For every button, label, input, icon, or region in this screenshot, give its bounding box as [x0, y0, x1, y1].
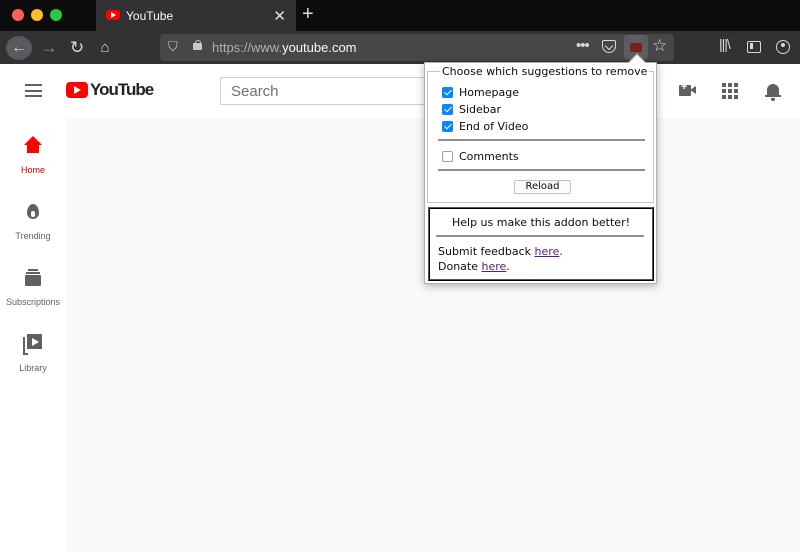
create-video-icon[interactable] [679, 81, 696, 96]
nav-item-home[interactable]: Home [0, 136, 66, 175]
search-input[interactable] [221, 78, 430, 104]
address-bar[interactable]: ⛉ https://www.youtube.com ••• ☆ [160, 34, 674, 61]
end-of-video-checkbox[interactable] [442, 121, 453, 132]
nav-label-home: Home [20, 165, 45, 175]
notifications-bell-icon[interactable] [765, 82, 781, 101]
sidebar-toggle-icon[interactable] [747, 41, 761, 53]
minimize-window-button[interactable] [31, 9, 43, 21]
reload-button[interactable]: Reload [514, 180, 571, 194]
browser-toolbar: ← → ↻ ⌂ ⛉ https://www.youtube.com ••• ☆ … [0, 31, 800, 64]
library-icon [23, 334, 43, 355]
feedback-box: Help us make this addon better! Submit f… [428, 207, 654, 281]
donate-line: Donate here. [438, 260, 510, 273]
end-of-video-label[interactable]: End of Video [459, 120, 528, 133]
reload-button[interactable]: ↻ [66, 36, 88, 60]
homepage-label[interactable]: Homepage [459, 86, 519, 99]
search-box [220, 77, 430, 105]
divider [436, 235, 644, 237]
youtube-header: YouTube [0, 64, 800, 118]
sidebar-label[interactable]: Sidebar [459, 103, 501, 116]
divider [438, 169, 645, 171]
feedback-line: Submit feedback here. [438, 245, 563, 258]
new-tab-button[interactable]: + [302, 3, 314, 26]
close-tab-icon[interactable]: ✕ [273, 7, 286, 25]
apps-grid-icon[interactable] [722, 83, 738, 99]
account-icon[interactable] [776, 40, 790, 54]
suggestions-fieldset: Choose which suggestions to remove Homep… [427, 65, 654, 203]
browser-tab-bar: YouTube ✕ + [0, 0, 800, 31]
divider [438, 139, 645, 141]
comments-checkbox[interactable] [442, 151, 453, 162]
donate-period: . [506, 260, 510, 273]
help-title: Help us make this addon better! [451, 216, 631, 229]
nav-item-library[interactable]: Library [0, 334, 66, 373]
feedback-text: Submit feedback [438, 245, 535, 258]
feedback-period: . [559, 245, 563, 258]
nav-item-subscriptions[interactable]: Subscriptions [0, 268, 66, 307]
page-actions-icon[interactable]: ••• [576, 37, 590, 54]
maximize-window-button[interactable] [50, 9, 62, 21]
youtube-guide: Home Trending Subscriptions Library [0, 118, 66, 552]
lock-icon[interactable] [193, 40, 202, 50]
fieldset-legend: Choose which suggestions to remove [440, 65, 650, 78]
tab-title: YouTube [126, 9, 174, 23]
youtube-logo-text: YouTube [90, 80, 154, 99]
forward-button[interactable]: → [38, 36, 60, 60]
donate-text: Donate [438, 260, 482, 273]
nav-label-subscriptions: Subscriptions [5, 297, 61, 307]
comments-label[interactable]: Comments [459, 150, 519, 163]
sidebar-checkbox[interactable] [442, 104, 453, 115]
pocket-icon[interactable] [602, 40, 616, 53]
feedback-link[interactable]: here [535, 245, 560, 258]
close-window-button[interactable] [12, 9, 24, 21]
subscriptions-icon [23, 268, 43, 288]
tab-youtube[interactable]: YouTube ✕ [96, 0, 296, 31]
url-text[interactable]: https://www.youtube.com [212, 40, 357, 55]
homepage-checkbox[interactable] [442, 87, 453, 98]
hamburger-menu-icon[interactable] [25, 84, 42, 97]
youtube-logo[interactable]: YouTube [66, 80, 154, 102]
youtube-favicon-icon [106, 10, 120, 20]
nav-item-trending[interactable]: Trending [0, 202, 66, 241]
back-button[interactable]: ← [6, 36, 32, 60]
library-icon[interactable]: |||\ [719, 36, 731, 52]
fire-icon [23, 202, 43, 222]
home-button[interactable]: ⌂ [94, 36, 116, 60]
nav-label-library: Library [19, 363, 47, 373]
youtube-play-logo-icon [66, 82, 88, 98]
donate-link[interactable]: here [482, 260, 507, 273]
home-icon [23, 136, 43, 156]
nav-label-trending: Trending [15, 231, 51, 241]
extension-popup: Choose which suggestions to remove Homep… [424, 62, 657, 284]
tracking-protection-icon[interactable]: ⛉ [168, 39, 178, 55]
bookmark-star-icon[interactable]: ☆ [652, 36, 667, 56]
